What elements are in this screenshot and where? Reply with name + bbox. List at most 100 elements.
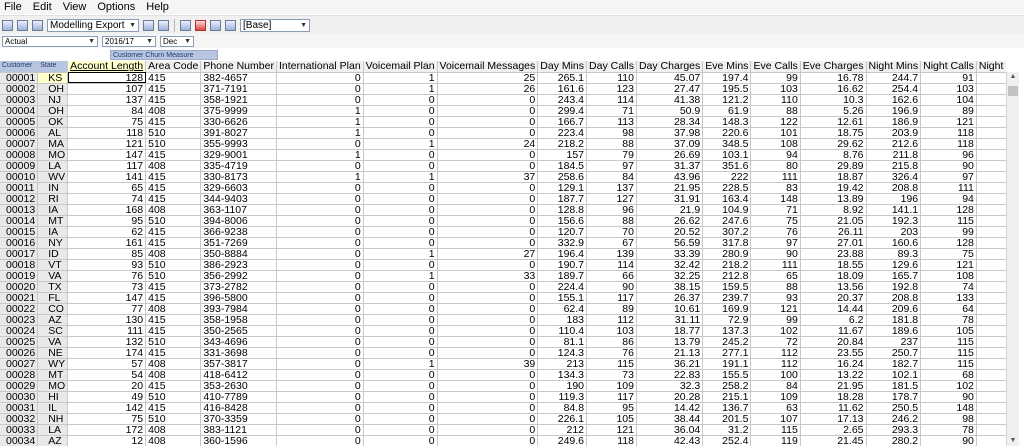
column-header-night-calls[interactable]: Night Calls (920, 61, 977, 73)
data-cell[interactable]: 218.2 (537, 138, 588, 150)
data-cell[interactable]: 95 (67, 215, 147, 227)
data-cell[interactable]: 94 (920, 193, 977, 205)
data-cell[interactable]: 355-9993 (200, 138, 277, 150)
data-cell[interactable]: 1 (363, 171, 438, 183)
data-cell[interactable]: 0 (363, 259, 438, 271)
customer-cell[interactable]: 00018 (0, 259, 39, 271)
data-cell[interactable]: 73 (586, 369, 637, 381)
data-cell[interactable]: 110 (750, 94, 801, 106)
data-cell[interactable]: 16.78 (800, 72, 867, 84)
data-cell[interactable]: 0 (276, 182, 364, 194)
data-cell[interactable]: 16.24 (800, 358, 867, 370)
data-cell[interactable]: 20.52 (636, 226, 704, 238)
data-cell[interactable]: 299.4 (537, 105, 588, 117)
data-cell[interactable]: 0 (363, 105, 438, 117)
data-cell[interactable]: 0 (437, 336, 539, 348)
data-cell[interactable]: 201.5 (702, 413, 752, 425)
data-cell[interactable]: 21.95 (636, 182, 704, 194)
data-cell[interactable]: 0 (437, 424, 539, 436)
data-cell[interactable]: 1 (363, 270, 438, 282)
data-cell[interactable]: 102.1 (866, 369, 922, 381)
data-cell[interactable]: 132 (67, 336, 147, 348)
data-cell[interactable]: 9.57 (976, 138, 1006, 150)
data-cell[interactable]: 0 (363, 182, 438, 194)
data-cell[interactable]: 134.3 (537, 369, 588, 381)
data-cell[interactable]: 29.62 (800, 138, 867, 150)
data-cell[interactable]: 113 (586, 116, 637, 128)
data-cell[interactable]: 7.32 (976, 94, 1006, 106)
data-cell[interactable]: 212.6 (866, 138, 922, 150)
column-header-eve-mins[interactable]: Eve Mins (702, 61, 752, 73)
data-cell[interactable]: 1 (276, 149, 364, 161)
data-cell[interactable]: 0 (437, 347, 539, 359)
data-cell[interactable]: 84 (586, 171, 637, 183)
data-cell[interactable]: 32.25 (636, 270, 704, 282)
data-cell[interactable]: 382-4657 (200, 72, 277, 84)
customer-cell[interactable]: 00015 (0, 226, 39, 238)
scroll-thumb[interactable] (1008, 86, 1018, 96)
data-cell[interactable]: 128 (920, 237, 977, 249)
data-cell[interactable]: 114 (586, 94, 637, 106)
data-cell[interactable]: 0 (437, 94, 539, 106)
data-cell[interactable]: 224.4 (537, 281, 588, 293)
data-cell[interactable]: 0 (363, 292, 438, 304)
scroll-up-icon[interactable]: ▲ (1007, 72, 1019, 82)
data-cell[interactable]: 172 (67, 424, 147, 436)
data-cell[interactable]: 280.2 (866, 435, 922, 446)
data-cell[interactable]: 99 (920, 226, 977, 238)
data-cell[interactable]: 0 (437, 325, 539, 337)
data-cell[interactable]: 115 (586, 358, 637, 370)
data-cell[interactable]: 408 (145, 105, 202, 117)
state-cell[interactable]: ID (37, 248, 69, 260)
measure-dimension-label[interactable]: Customer Churn Measure (110, 50, 218, 60)
data-cell[interactable]: 103.1 (702, 149, 752, 161)
data-cell[interactable]: 24 (437, 138, 539, 150)
data-cell[interactable]: 1 (363, 248, 438, 260)
data-cell[interactable]: 12 (67, 435, 147, 446)
data-cell[interactable]: 174 (67, 347, 147, 359)
data-cell[interactable]: 8.04 (976, 391, 1006, 403)
data-cell[interactable]: 90 (586, 281, 637, 293)
data-cell[interactable]: 189.7 (537, 270, 588, 282)
data-cell[interactable]: 81.1 (537, 336, 588, 348)
data-cell[interactable]: 415 (145, 402, 202, 414)
data-cell[interactable]: 358-1958 (200, 314, 277, 326)
data-cell[interactable]: 31.37 (636, 160, 704, 172)
data-cell[interactable]: 121 (586, 424, 637, 436)
data-cell[interactable]: 190 (537, 380, 588, 392)
save-icon[interactable] (17, 19, 28, 31)
data-cell[interactable]: 84 (750, 380, 801, 392)
data-cell[interactable]: 22.83 (636, 369, 704, 381)
data-cell[interactable]: 223.4 (537, 127, 588, 139)
data-cell[interactable]: 215.1 (702, 391, 752, 403)
data-cell[interactable]: 0 (437, 391, 539, 403)
state-cell[interactable]: AZ (37, 314, 69, 326)
data-cell[interactable]: 350-8884 (200, 248, 277, 260)
data-cell[interactable]: 197.4 (702, 72, 752, 84)
data-cell[interactable]: 415 (145, 182, 202, 194)
data-cell[interactable]: 89 (586, 303, 637, 315)
column-header-phone-number[interactable]: Phone Number (200, 61, 277, 73)
state-dimension-header[interactable]: State (37, 61, 69, 73)
data-cell[interactable]: 0 (276, 259, 364, 271)
data-cell[interactable]: 86 (586, 336, 637, 348)
data-cell[interactable]: 76 (586, 347, 637, 359)
data-cell[interactable]: 0 (437, 380, 539, 392)
data-cell[interactable]: 71 (586, 105, 637, 117)
data-cell[interactable]: 9.18 (976, 127, 1006, 139)
data-cell[interactable]: 196 (866, 193, 922, 205)
data-cell[interactable]: 37.09 (636, 138, 704, 150)
data-cell[interactable]: 18.28 (800, 391, 867, 403)
data-cell[interactable]: 129.6 (866, 259, 922, 271)
data-cell[interactable]: 8.68 (976, 281, 1006, 293)
data-cell[interactable]: 169.9 (702, 303, 752, 315)
data-cell[interactable]: 0 (276, 369, 364, 381)
customer-cell[interactable]: 00019 (0, 270, 39, 282)
data-cell[interactable]: 73 (67, 281, 147, 293)
data-cell[interactable]: 27 (437, 248, 539, 260)
data-cell[interactable]: 26.69 (636, 149, 704, 161)
open-icon[interactable] (2, 19, 13, 31)
data-cell[interactable]: 196.9 (866, 105, 922, 117)
data-cell[interactable]: 163.4 (702, 193, 752, 205)
data-cell[interactable]: 14.69 (976, 171, 1006, 183)
